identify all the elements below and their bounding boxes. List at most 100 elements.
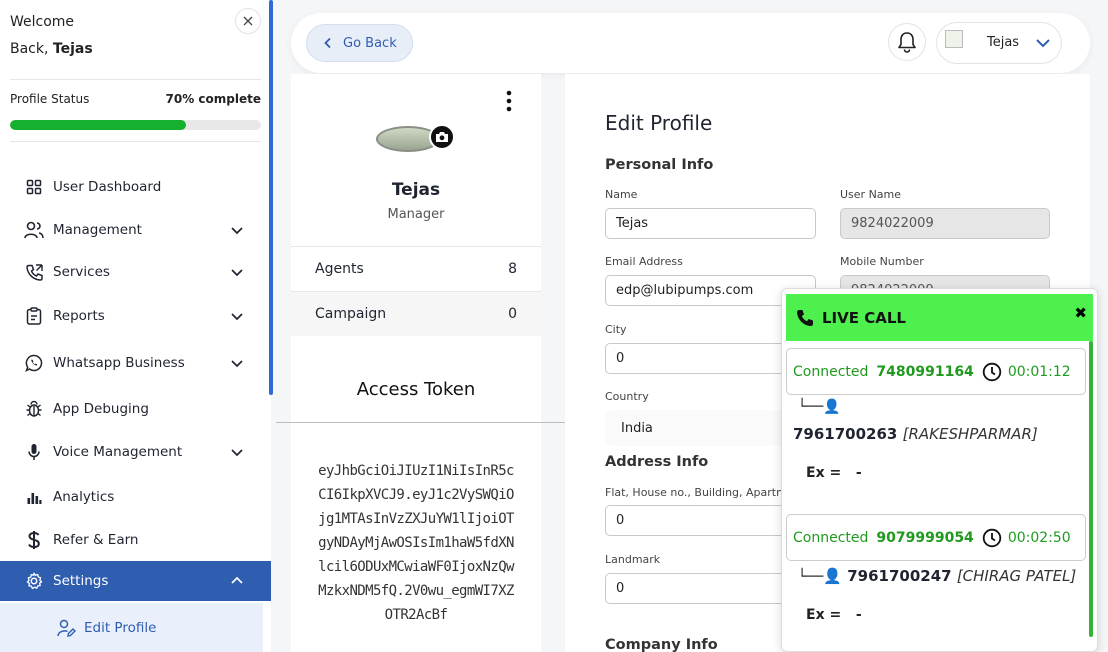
chevron-up-icon: [231, 576, 243, 584]
chevron-down-icon: [231, 313, 243, 321]
notifications-button[interactable]: [888, 23, 926, 61]
bar-chart-icon: [24, 487, 44, 507]
phone-icon: [797, 309, 813, 326]
chevron-down-icon: [231, 360, 243, 368]
personal-info-title: Personal Info: [605, 157, 714, 173]
caller-name: [RAKESHPARMAR]: [902, 425, 1038, 443]
stat-label: Agents: [315, 261, 364, 277]
person-icon: 👤: [823, 567, 842, 585]
stat-row-agents: Agents 8: [291, 246, 541, 291]
city-label: City: [605, 323, 627, 336]
welcome-line-2: Back, Tejas: [10, 36, 93, 63]
person-icon: 👤: [823, 399, 841, 415]
go-back-button[interactable]: Go Back: [306, 24, 413, 62]
stat-value: 0: [508, 306, 517, 322]
user-edit-icon: [57, 619, 76, 637]
close-sidebar-button[interactable]: [235, 8, 261, 34]
sidebar-item-services[interactable]: Services: [0, 252, 271, 292]
close-icon: [243, 16, 253, 26]
profile-avatar: [376, 124, 455, 156]
stat-row-campaign: Campaign 0: [291, 291, 541, 336]
flat-label: Flat, House no., Building, Apartment: [605, 486, 805, 499]
profile-progress-bar: [10, 120, 261, 130]
profile-progress-fill: [10, 120, 186, 130]
call-duration: 00:02:50: [1007, 529, 1071, 546]
bell-icon: [898, 32, 916, 53]
sidebar-item-analytics[interactable]: Analytics: [0, 477, 271, 517]
call-row[interactable]: Connected 9079999054 00:02:50: [786, 514, 1086, 561]
username-field[interactable]: 9824022009: [840, 208, 1050, 239]
extension-info: Ex = -: [806, 607, 862, 623]
sidebar-scrollbar[interactable]: [269, 0, 273, 395]
call-duration: 00:01:12: [1007, 363, 1071, 380]
call-branch: └──👤: [798, 399, 841, 415]
sidebar-divider: [10, 79, 261, 80]
sidebar-item-whatsapp-business[interactable]: Whatsapp Business: [0, 343, 271, 383]
go-back-label: Go Back: [343, 35, 397, 51]
sidebar-item-voice-management[interactable]: Voice Management: [0, 432, 271, 472]
top-header: Go Back Tejas: [291, 13, 1090, 73]
sidebar-item-label: Refer & Earn: [53, 532, 139, 548]
call-row[interactable]: Connected 7480991164 00:01:12: [786, 348, 1086, 395]
camera-icon: [436, 132, 448, 142]
stat-value: 8: [508, 261, 517, 277]
sidebar-item-label: Voice Management: [53, 444, 183, 460]
username-label: User Name: [840, 188, 902, 201]
access-token-card: Access Token eyJhbGciOiJIUzI1NiIsInR5cCI…: [291, 337, 541, 652]
live-call-title: LIVE CALL: [822, 308, 906, 327]
whatsapp-icon: [24, 353, 44, 373]
chevron-down-icon: [231, 227, 243, 235]
ext-label: Ex =: [806, 465, 842, 481]
landmark-label: Landmark: [605, 553, 661, 566]
extension-info: Ex = -: [806, 465, 862, 481]
change-photo-button[interactable]: [429, 124, 455, 150]
stat-label: Campaign: [315, 306, 387, 322]
call-number: 9079999054: [876, 529, 974, 546]
address-info-title: Address Info: [605, 454, 709, 470]
phone-icon: [24, 262, 44, 282]
profile-status-value: 70% complete: [165, 92, 261, 106]
chevron-left-icon: [324, 37, 331, 49]
sidebar-item-management[interactable]: Management: [0, 210, 271, 250]
access-token-value: eyJhbGciOiJIUzI1NiIsInR5cCI6IkpXVCJ9.eyJ…: [318, 463, 514, 623]
access-token-title: Access Token: [356, 379, 476, 400]
sidebar-item-settings[interactable]: Settings: [0, 561, 271, 601]
caller-number: 7961700263: [793, 425, 898, 443]
sidebar: Welcome Back, Tejas Profile Status 70% c…: [0, 0, 271, 652]
sidebar-item-refer-earn[interactable]: Refer & Earn: [0, 520, 271, 560]
email-label: Email Address: [605, 255, 683, 268]
name-field[interactable]: Tejas: [605, 208, 816, 239]
sidebar-item-label: Services: [53, 264, 110, 280]
more-options-icon[interactable]: [506, 90, 512, 112]
live-call-scrollbar[interactable]: [1089, 341, 1093, 637]
welcome-line-1: Welcome: [10, 14, 75, 30]
sidebar-item-label: Analytics: [53, 489, 115, 505]
chevron-down-icon: [231, 269, 243, 277]
sidebar-item-user-dashboard[interactable]: User Dashboard: [0, 167, 271, 207]
profile-role: Manager: [387, 207, 445, 222]
live-call-close-button[interactable]: ✖: [1074, 304, 1087, 322]
grid-icon: [24, 177, 44, 197]
mobile-label: Mobile Number: [840, 255, 924, 268]
avatar: [945, 30, 963, 48]
caller-name: [CHIRAG PATEL]: [956, 567, 1077, 585]
country-label: Country: [605, 390, 649, 403]
microphone-icon: [24, 442, 44, 462]
sidebar-subitem-edit-profile[interactable]: Edit Profile: [0, 603, 263, 652]
users-icon: [24, 220, 44, 240]
sidebar-item-reports[interactable]: Reports: [0, 296, 271, 336]
user-menu[interactable]: Tejas: [936, 22, 1062, 64]
call-number: 7480991164: [876, 363, 974, 380]
clock-icon: [982, 362, 1002, 381]
bug-icon: [24, 399, 44, 419]
sidebar-item-label: User Dashboard: [53, 179, 162, 195]
ext-value: -: [855, 607, 862, 623]
sidebar-item-label: Reports: [53, 308, 105, 324]
sidebar-item-app-debuging[interactable]: App Debuging: [0, 389, 271, 429]
sidebar-item-label: Whatsapp Business: [53, 355, 185, 371]
header-user-name: Tejas: [987, 35, 1020, 50]
live-call-panel: LIVE CALL ✖ Connected 7480991164 00:01:1…: [781, 288, 1098, 652]
profile-card: Tejas Manager Agents 8 Campaign 0: [291, 74, 541, 337]
caller-number: 7961700247: [847, 567, 952, 585]
sidebar-item-label: Settings: [53, 573, 109, 589]
